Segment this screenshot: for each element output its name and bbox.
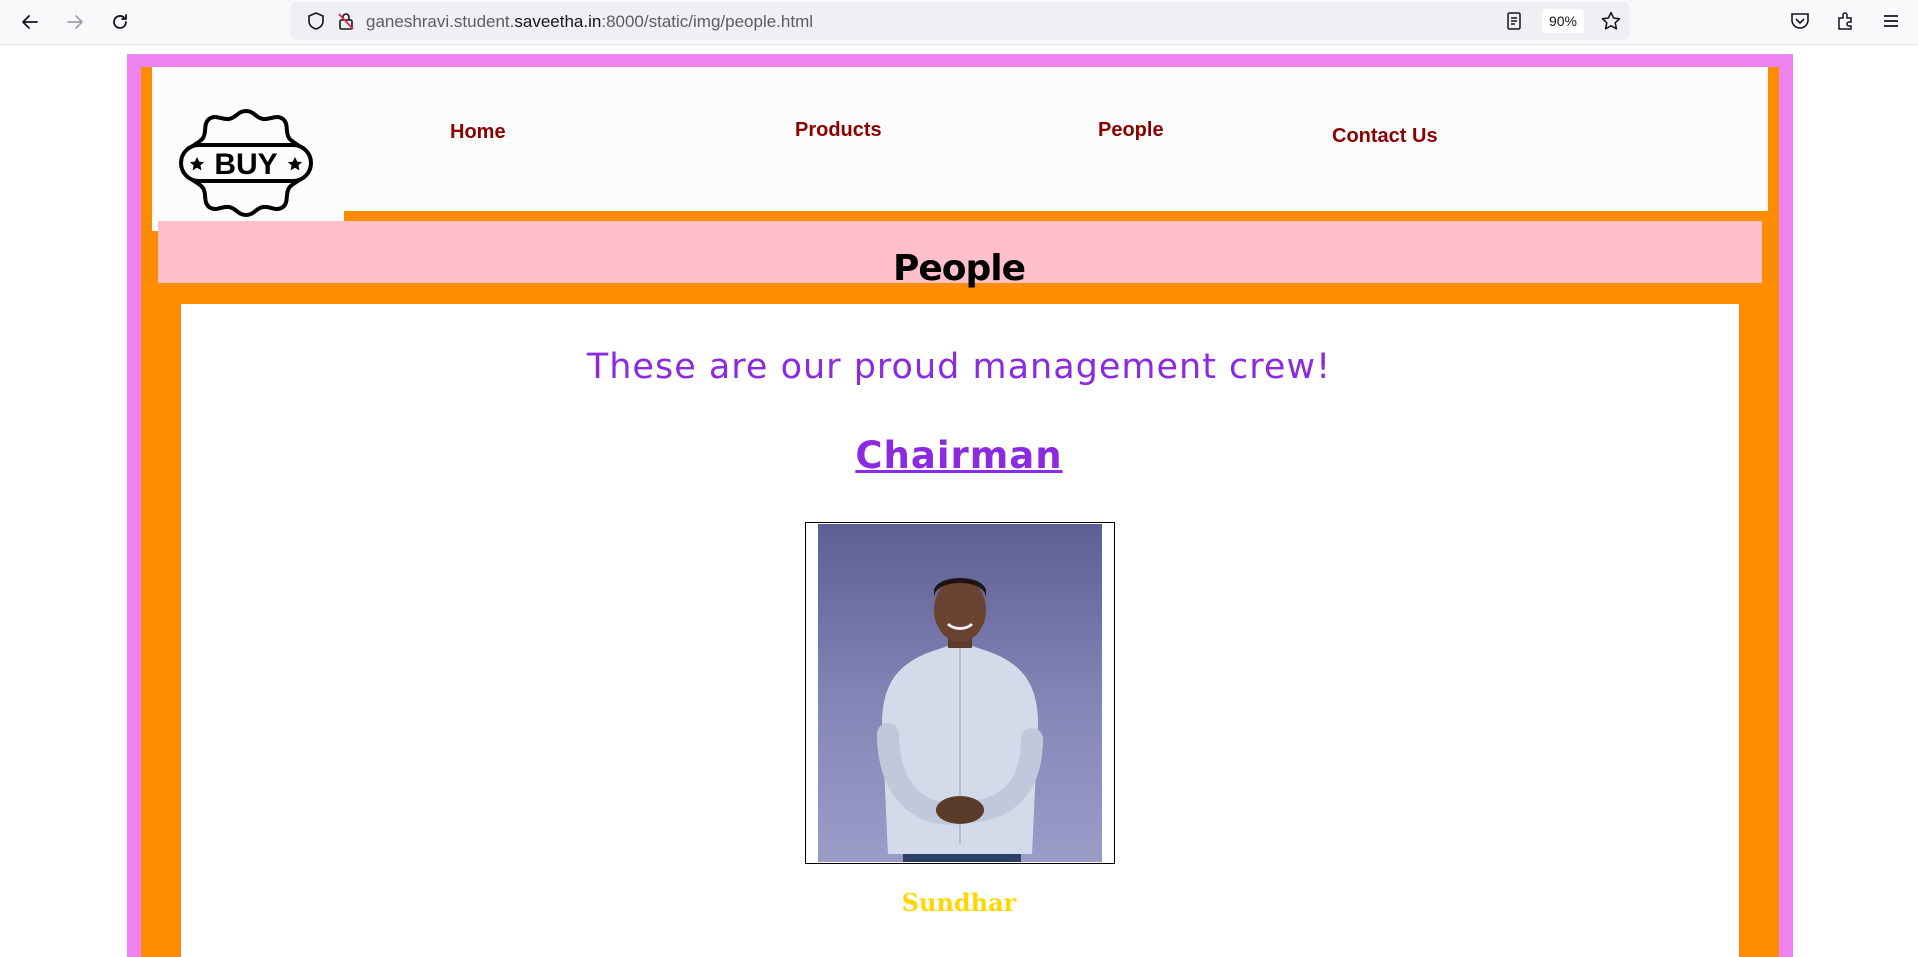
- pocket-icon[interactable]: [1789, 10, 1811, 32]
- insecure-lock-icon[interactable]: [336, 11, 356, 31]
- bookmark-star-icon[interactable]: [1600, 10, 1622, 32]
- shield-icon[interactable]: [306, 11, 326, 31]
- menu-icon[interactable]: [1880, 10, 1902, 32]
- person-figure-icon: [877, 578, 1043, 862]
- page-title: People: [892, 248, 1026, 289]
- url-suffix: :8000/static/img/people.html: [601, 12, 814, 31]
- reader-view-icon[interactable]: [1504, 11, 1524, 31]
- chairman-heading: Chairman: [855, 434, 1063, 477]
- arrow-left-icon: [22, 15, 38, 29]
- logo[interactable]: BUY: [152, 67, 344, 231]
- nav-products-link[interactable]: Products: [795, 119, 882, 142]
- forward-button[interactable]: [61, 8, 89, 36]
- zoom-level-badge[interactable]: 90%: [1542, 9, 1584, 33]
- reload-button[interactable]: [106, 8, 134, 36]
- url-text[interactable]: ganeshravi.student.saveetha.in:8000/stat…: [366, 12, 813, 32]
- extensions-icon[interactable]: [1834, 10, 1856, 32]
- site-header: [152, 67, 1768, 211]
- reload-icon: [113, 14, 127, 29]
- browser-toolbar: ganeshravi.student.saveetha.in:8000/stat…: [0, 0, 1918, 45]
- buy-badge-icon: BUY: [179, 108, 313, 218]
- chairman-photo: [805, 522, 1115, 864]
- address-bar[interactable]: ganeshravi.student.saveetha.in:8000/stat…: [290, 2, 1630, 40]
- nav-home-link[interactable]: Home: [450, 121, 506, 144]
- nav-contact-link[interactable]: Contact Us: [1332, 125, 1438, 148]
- back-button[interactable]: [16, 8, 44, 36]
- logo-text: BUY: [214, 148, 277, 181]
- chairman-name: Sundhar: [901, 888, 1017, 917]
- nav-people-link[interactable]: People: [1098, 119, 1164, 142]
- crew-heading: These are our proud management crew!: [586, 347, 1332, 387]
- url-prefix: ganeshravi.student.: [366, 12, 515, 31]
- person-photo-image: [818, 524, 1102, 862]
- arrow-right-icon: [67, 15, 83, 29]
- url-domain: saveetha.in: [514, 12, 602, 31]
